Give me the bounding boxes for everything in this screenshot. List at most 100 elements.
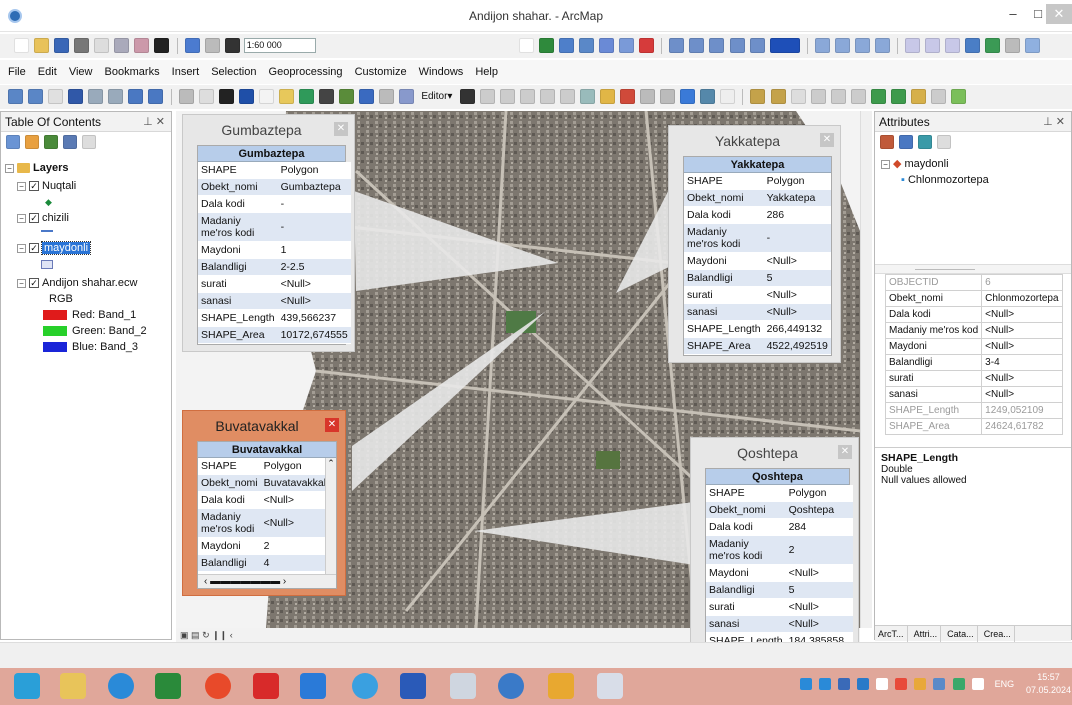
new-icon[interactable] — [14, 38, 29, 53]
refresh-icon[interactable]: ↻ — [202, 630, 210, 640]
related-icon[interactable] — [918, 135, 933, 149]
tray-icon[interactable] — [876, 678, 889, 691]
goto-xy-icon[interactable] — [359, 89, 375, 104]
collapse-icon[interactable]: − — [17, 181, 26, 191]
list-by-visibility-icon[interactable] — [44, 135, 59, 149]
edit-tool-arrow-icon[interactable] — [459, 89, 475, 104]
undo-icon[interactable] — [184, 38, 200, 53]
edit-vertices-icon[interactable] — [579, 89, 595, 104]
zoom-out-icon[interactable] — [28, 89, 44, 104]
select-features-icon[interactable] — [178, 89, 194, 104]
georef-i-icon[interactable] — [910, 89, 926, 104]
menu-insert[interactable]: Insert — [172, 60, 200, 84]
georef-c-icon[interactable] — [790, 89, 806, 104]
save-icon[interactable] — [54, 38, 70, 53]
minimize-button[interactable]: – — [1000, 4, 1026, 24]
graph-icon[interactable] — [854, 38, 870, 53]
tray-icon[interactable] — [895, 678, 908, 691]
list-by-source-icon[interactable] — [25, 135, 40, 149]
pan-icon[interactable] — [48, 89, 64, 104]
cut-icon[interactable] — [94, 38, 110, 53]
tool-d-icon[interactable] — [729, 38, 745, 53]
tab-arctoolbox[interactable]: ArcT... — [875, 626, 908, 642]
georef-e-icon[interactable] — [830, 89, 846, 104]
tray-icon[interactable] — [838, 678, 851, 691]
georef-h-icon[interactable] — [890, 89, 906, 104]
layer-checkbox[interactable]: ✓ — [29, 243, 39, 254]
tool-c-icon[interactable] — [709, 38, 725, 53]
color-icon[interactable] — [769, 38, 800, 53]
cut-polygons-icon[interactable] — [620, 89, 636, 104]
arcmap-taskbar-icon[interactable] — [498, 673, 524, 699]
point-symbol-icon[interactable]: ◆ — [45, 194, 52, 210]
toc-layers-group[interactable]: − Layers — [5, 160, 68, 176]
popup-gumbaztepa[interactable]: Gumbaztepa ✕ Gumbaztepa SHAPE Polygon Obekt… — [182, 114, 355, 352]
collapse-icon[interactable]: − — [881, 159, 890, 169]
split-icon[interactable] — [640, 89, 656, 104]
report-icon[interactable] — [874, 38, 890, 53]
toc-layer-raster[interactable]: − ✓ Andijon shahar.ecw — [17, 275, 137, 291]
tree-layer-maydonli[interactable]: − ◆ maydonli — [881, 156, 949, 172]
menu-selection[interactable]: Selection — [211, 60, 256, 84]
collapse-icon[interactable]: − — [17, 278, 26, 288]
popup-horizontal-scrollbar[interactable]: ‹ ▬▬▬▬▬▬▬ › — [198, 574, 336, 588]
georef-j-icon[interactable] — [931, 89, 947, 104]
sketch-properties-icon[interactable] — [700, 89, 716, 104]
menu-geoprocessing[interactable]: Geoprocessing — [269, 60, 343, 84]
data-view-icon[interactable] — [834, 38, 850, 53]
band-blue[interactable]: Blue: Band_3 — [43, 339, 138, 355]
layer-checkbox[interactable]: ✓ — [29, 213, 39, 224]
collapse-icon[interactable]: − — [5, 163, 14, 173]
menu-bookmarks[interactable]: Bookmarks — [105, 60, 160, 84]
band-green[interactable]: Green: Band_2 — [43, 323, 147, 339]
measure-tool-icon[interactable] — [298, 89, 314, 104]
point-icon[interactable] — [559, 89, 575, 104]
measure-icon[interactable] — [965, 38, 981, 53]
layout-view-icon[interactable]: ▣ — [180, 630, 189, 640]
pin-icon[interactable]: ⊥ ✕ — [1043, 112, 1065, 132]
georef-b-icon[interactable] — [770, 89, 786, 104]
menu-view[interactable]: View — [69, 60, 93, 84]
open-icon[interactable] — [34, 38, 50, 53]
polygon-symbol-icon[interactable] — [41, 260, 53, 269]
html-popup-icon[interactable] — [1005, 38, 1021, 53]
arccatalog-icon[interactable] — [548, 673, 574, 699]
georef-k-icon[interactable] — [951, 89, 967, 104]
fixed-zoom-out-icon[interactable] — [108, 89, 124, 104]
menu-help[interactable]: Help — [475, 60, 498, 84]
app-taskbar-icon[interactable] — [597, 673, 623, 699]
print-icon[interactable] — [74, 38, 90, 53]
close-icon[interactable]: ✕ — [325, 418, 339, 432]
list-by-drawing-order-icon[interactable] — [6, 135, 20, 149]
menu-edit[interactable]: Edit — [38, 60, 57, 84]
scroll-left-icon[interactable]: ‹ — [230, 630, 233, 640]
acrobat-icon[interactable] — [253, 673, 279, 699]
network-icon[interactable] — [450, 673, 476, 699]
trace-icon[interactable] — [539, 89, 555, 104]
toc-layer-maydonli[interactable]: − ✓ maydonli — [17, 240, 92, 256]
sort-icon[interactable] — [899, 135, 914, 149]
attributes-icon[interactable] — [680, 89, 696, 104]
file-explorer-icon[interactable] — [60, 673, 86, 699]
menu-file[interactable]: File — [8, 60, 26, 84]
full-extent-icon[interactable] — [68, 89, 84, 104]
band-red[interactable]: Red: Band_1 — [43, 307, 136, 323]
zoom-in-icon[interactable] — [8, 89, 23, 104]
toc-options-icon[interactable] — [82, 135, 97, 149]
find-icon[interactable] — [319, 89, 334, 104]
close-icon[interactable]: ✕ — [820, 133, 834, 147]
list-by-selection-icon[interactable] — [63, 135, 78, 149]
tray-icon[interactable] — [914, 678, 927, 691]
copy-icon[interactable] — [114, 38, 130, 53]
close-icon[interactable]: ✕ — [334, 122, 348, 136]
layer-symbol-icon[interactable] — [880, 135, 894, 149]
tab-catalog[interactable]: Cata... — [944, 626, 978, 642]
find-route-icon[interactable] — [339, 89, 355, 104]
georef-a-icon[interactable] — [750, 89, 766, 104]
identify-icon[interactable] — [238, 89, 254, 104]
tree-feature-chlonmozortepa[interactable]: ▪ Chlonmozortepa — [901, 172, 989, 188]
scale-dropdown-icon[interactable] — [518, 38, 534, 53]
pause-icon[interactable]: ❙❙ — [212, 630, 227, 640]
tray-icon[interactable] — [800, 678, 812, 691]
edit-annotation-icon[interactable] — [479, 89, 495, 104]
